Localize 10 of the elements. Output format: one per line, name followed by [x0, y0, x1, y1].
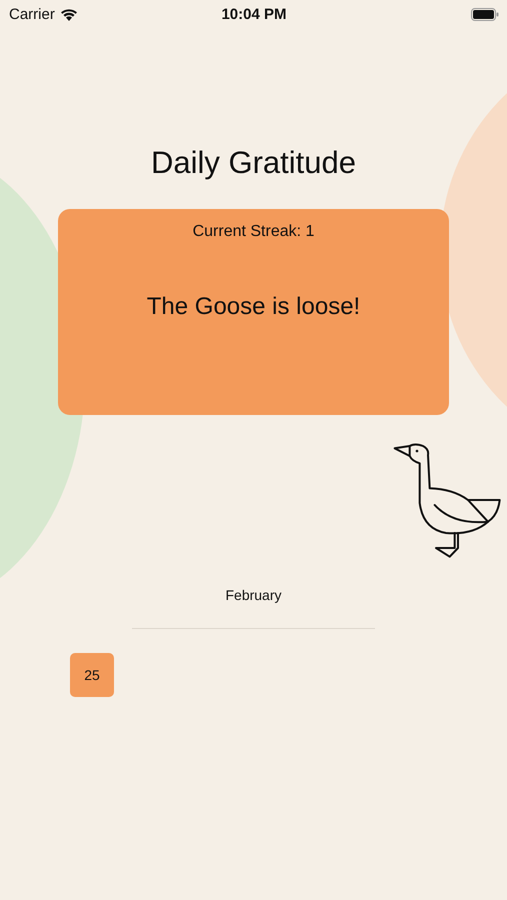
- carrier-label: Carrier: [9, 6, 55, 22]
- goose-icon: [393, 443, 503, 559]
- page-title: Daily Gratitude: [150, 145, 358, 181]
- wifi-icon: [60, 8, 78, 20]
- streak-label: Current Streak: 1: [192, 223, 314, 241]
- month-label: February: [224, 587, 283, 603]
- status-time: 10:04 PM: [220, 6, 288, 22]
- calendar-day[interactable]: 25: [70, 653, 114, 697]
- card-message: The Goose is loose!: [146, 293, 360, 321]
- battery-icon: [470, 8, 499, 20]
